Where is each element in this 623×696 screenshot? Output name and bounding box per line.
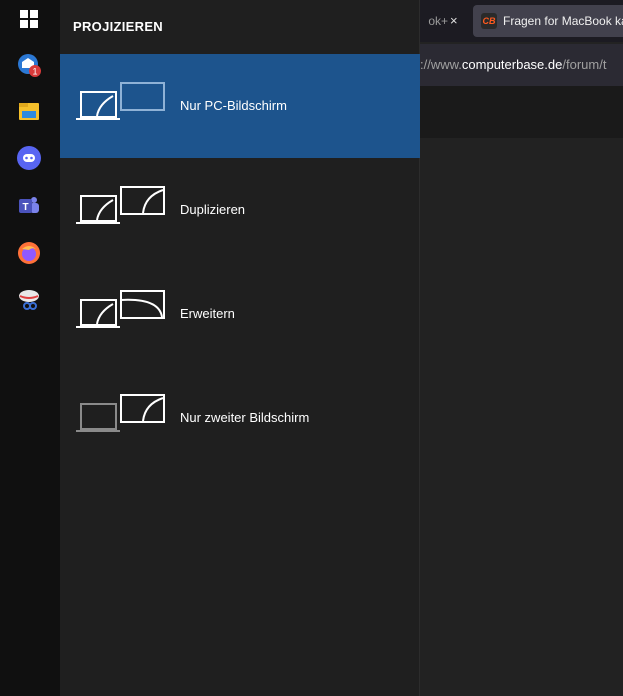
duplicate-icon bbox=[76, 186, 165, 224]
option-label: Nur PC-Bildschirm bbox=[180, 98, 287, 113]
url-prefix: ://www. bbox=[420, 57, 462, 72]
taskbar: 1 T bbox=[0, 0, 60, 696]
url-host: computerbase.de bbox=[461, 57, 563, 72]
browser-tab-previous[interactable]: ok+ × bbox=[420, 6, 468, 36]
option-label: Nur zweiter Bildschirm bbox=[180, 410, 310, 425]
browser-bookmarks-area bbox=[420, 86, 623, 138]
teams-icon[interactable]: T bbox=[16, 193, 42, 219]
browser-tab-active[interactable]: CB Fragen for MacBook ka bbox=[473, 5, 623, 37]
option-pc-screen-only[interactable]: Nur PC-Bildschirm bbox=[60, 54, 420, 158]
file-explorer-icon[interactable] bbox=[16, 98, 42, 124]
project-panel: PROJIZIEREN Nur PC-Bildschirm Dupliziere… bbox=[60, 0, 420, 696]
browser-tab-strip: ok+ × CB Fragen for MacBook ka bbox=[420, 0, 623, 42]
tab-title: ok+ bbox=[428, 14, 448, 28]
tab-close-icon[interactable]: × bbox=[450, 6, 458, 36]
svg-text:T: T bbox=[22, 202, 28, 213]
discord-icon[interactable] bbox=[16, 145, 42, 171]
pc-screen-only-icon bbox=[76, 82, 165, 120]
option-extend[interactable]: Erweitern bbox=[60, 262, 420, 366]
option-label: Erweitern bbox=[180, 306, 235, 321]
windows-start-icon[interactable] bbox=[16, 6, 42, 32]
option-second-screen-only[interactable]: Nur zweiter Bildschirm bbox=[60, 366, 420, 470]
tab-title: Fragen for MacBook ka bbox=[503, 14, 623, 28]
address-bar[interactable]: ://www.computerbase.de/forum/t bbox=[420, 44, 623, 86]
option-duplicate[interactable]: Duplizieren bbox=[60, 158, 420, 262]
browser-page-content bbox=[420, 138, 623, 696]
extend-icon bbox=[76, 290, 165, 328]
snipping-tool-icon[interactable] bbox=[16, 286, 42, 312]
browser-window: ok+ × CB Fragen for MacBook ka ://www.co… bbox=[420, 0, 623, 696]
panel-title: PROJIZIEREN bbox=[73, 19, 163, 34]
second-screen-only-icon bbox=[76, 394, 165, 432]
option-label: Duplizieren bbox=[180, 202, 246, 217]
url-path: /forum/t bbox=[562, 57, 607, 72]
computerbase-favicon-icon: CB bbox=[481, 13, 497, 29]
mail-badge: 1 bbox=[32, 67, 37, 77]
mail-icon[interactable]: 1 bbox=[16, 52, 42, 78]
firefox-icon[interactable] bbox=[16, 240, 42, 266]
